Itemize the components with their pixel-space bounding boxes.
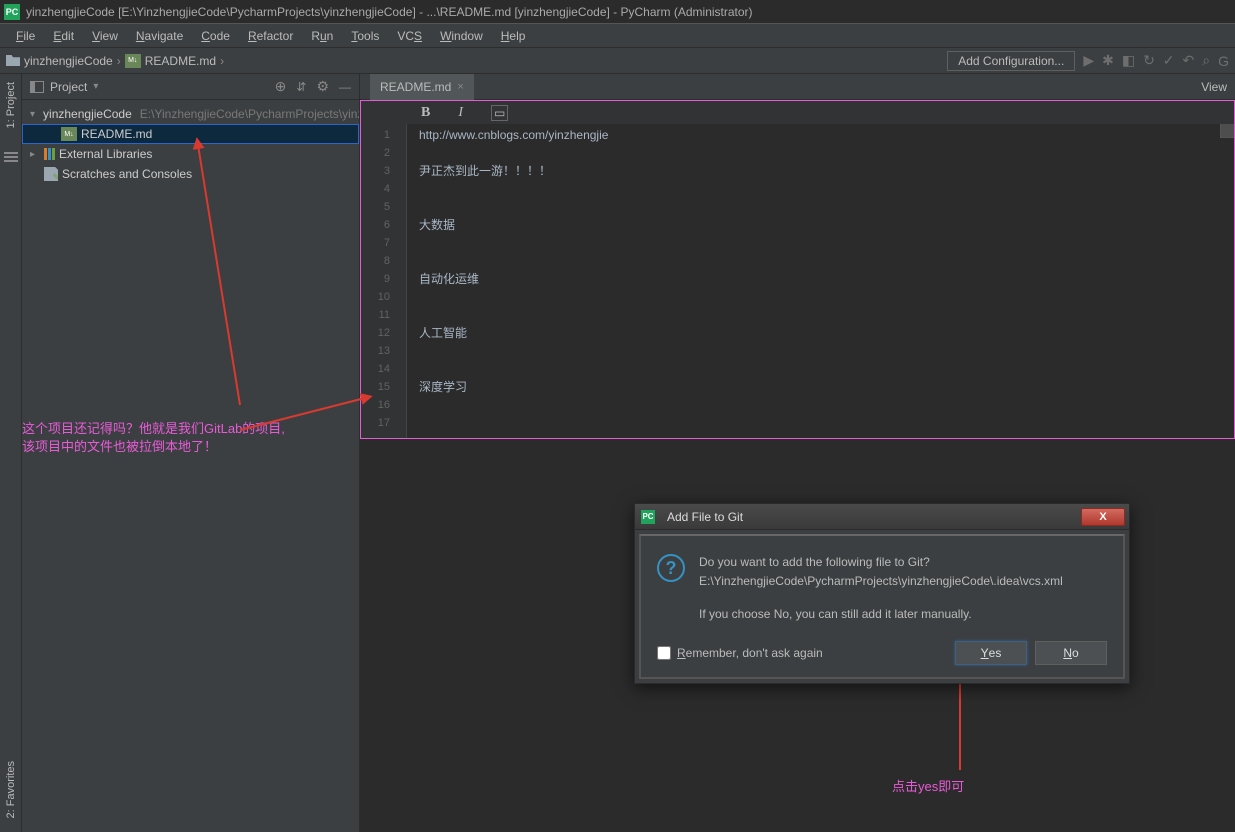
- navigation-bar: yinzhengjieCode › M↓ README.md › Add Con…: [0, 48, 1235, 74]
- commit-icon[interactable]: ✓: [1163, 52, 1175, 69]
- editor-body: 1234567891011121314151617 http://www.cnb…: [360, 124, 1235, 439]
- markdown-icon: M↓: [61, 127, 77, 141]
- menu-code[interactable]: Code: [193, 27, 238, 45]
- project-tree: ▾ yinzhengjieCode E:\YinzhengjieCode\Pyc…: [22, 100, 359, 188]
- close-tab-icon[interactable]: ×: [457, 81, 463, 93]
- tree-scratches-label: Scratches and Consoles: [62, 167, 192, 181]
- debug-icon[interactable]: ✱: [1102, 52, 1114, 69]
- search-icon[interactable]: ⌕: [1202, 52, 1210, 69]
- add-file-to-git-dialog: PC Add File to Git X ? Do you want to ad…: [634, 503, 1130, 684]
- menu-bar: File Edit View Navigate Code Refactor Ru…: [0, 24, 1235, 48]
- breadcrumb-file[interactable]: M↓ README.md: [125, 54, 216, 68]
- no-button[interactable]: No: [1035, 641, 1107, 665]
- menu-vcs[interactable]: VCS: [389, 27, 430, 45]
- menu-window[interactable]: Window: [432, 27, 491, 45]
- remember-checkbox[interactable]: Remember, don't ask again: [657, 646, 823, 660]
- menu-refactor[interactable]: Refactor: [240, 27, 301, 45]
- insert-image-button[interactable]: ▭: [491, 105, 508, 121]
- tree-root-path: E:\YinzhengjieCode\PycharmProjects\yinzh…: [140, 107, 359, 121]
- markdown-format-bar: B I ▭: [360, 100, 1235, 124]
- editor-tab-readme[interactable]: README.md ×: [370, 74, 474, 100]
- chevron-right-icon: ›: [117, 54, 121, 68]
- annotation-click-yes: 点击yes即可: [892, 776, 964, 795]
- update-icon[interactable]: ↻: [1143, 52, 1155, 69]
- tree-file-readme[interactable]: M↓ README.md: [22, 124, 359, 144]
- markdown-icon: M↓: [125, 54, 141, 68]
- dialog-body: ? Do you want to add the following file …: [639, 534, 1125, 679]
- coverage-icon[interactable]: ◧: [1122, 52, 1135, 69]
- tree-root-label: yinzhengjieCode: [43, 107, 132, 121]
- editor-tab-label: README.md: [380, 80, 451, 94]
- window-titlebar: PC yinzhengjieCode [E:\YinzhengjieCode\P…: [0, 0, 1235, 24]
- chevron-right-icon: ›: [220, 54, 224, 68]
- editor-area: README.md × View B I ▭ 12345678910111213…: [360, 74, 1235, 832]
- structure-icon[interactable]: [4, 152, 18, 164]
- italic-button[interactable]: I: [458, 105, 463, 121]
- select-opened-file-icon[interactable]: [275, 78, 287, 95]
- left-tool-strip: 1: Project 2: Favorites: [0, 74, 22, 832]
- bold-button[interactable]: B: [421, 105, 430, 121]
- editor-tab-bar: README.md × View: [360, 74, 1235, 100]
- yes-button[interactable]: Yes: [955, 641, 1027, 665]
- editor-view-label[interactable]: View: [1201, 80, 1235, 94]
- tab-favorites[interactable]: 2: Favorites: [5, 757, 17, 822]
- tree-file-label: README.md: [81, 127, 152, 141]
- menu-run[interactable]: Run: [303, 27, 341, 45]
- menu-file[interactable]: File: [8, 27, 43, 45]
- folder-icon: [6, 55, 20, 66]
- collapse-all-icon[interactable]: ⇵: [296, 80, 306, 94]
- scratches-icon: [44, 167, 58, 181]
- annotation-project-note: 这个项目还记得吗？他就是我们GitLab的项目, 该项目中的文件也被拉倒本地了！: [22, 420, 285, 456]
- git-icon[interactable]: G: [1218, 53, 1229, 69]
- tree-ext-libs-label: External Libraries: [59, 147, 152, 161]
- editor-gutter: 1234567891011121314151617: [361, 124, 407, 438]
- breadcrumb-project-label: yinzhengjieCode: [24, 54, 113, 68]
- menu-edit[interactable]: Edit: [45, 27, 82, 45]
- app-icon: PC: [4, 4, 20, 20]
- run-icon[interactable]: ▶: [1083, 52, 1094, 69]
- panel-icon: [30, 81, 44, 93]
- settings-icon[interactable]: [316, 78, 329, 95]
- remember-checkbox-input[interactable]: [657, 646, 671, 660]
- expand-arrow-icon[interactable]: ▾: [30, 109, 35, 120]
- breadcrumb: yinzhengjieCode › M↓ README.md ›: [6, 54, 224, 68]
- toolbar-right: Add Configuration... ▶ ✱ ◧ ↻ ✓ ↶ ⌕ G: [947, 51, 1229, 71]
- tree-external-libraries[interactable]: ▸ External Libraries: [22, 144, 359, 164]
- menu-navigate[interactable]: Navigate: [128, 27, 191, 45]
- dialog-title-text: Add File to Git: [667, 510, 743, 524]
- tree-root[interactable]: ▾ yinzhengjieCode E:\YinzhengjieCode\Pyc…: [22, 104, 359, 124]
- tree-scratches[interactable]: Scratches and Consoles: [22, 164, 359, 184]
- dialog-close-button[interactable]: X: [1081, 508, 1125, 526]
- menu-tools[interactable]: Tools: [343, 27, 387, 45]
- expand-arrow-icon[interactable]: ▸: [30, 149, 40, 160]
- external-libraries-icon: [44, 148, 55, 160]
- menu-help[interactable]: Help: [493, 27, 534, 45]
- menu-view[interactable]: View: [84, 27, 126, 45]
- breadcrumb-file-label: README.md: [145, 54, 216, 68]
- editor-scrollbar[interactable]: [1220, 124, 1234, 138]
- project-panel-title[interactable]: Project: [50, 80, 87, 94]
- project-panel-header: Project ▾ ⇵ —: [22, 74, 359, 100]
- dialog-titlebar[interactable]: PC Add File to Git X: [635, 504, 1129, 530]
- history-icon[interactable]: ↶: [1183, 52, 1195, 69]
- editor-code[interactable]: http://www.cnblogs.com/yinzhengjie尹正杰到此一…: [407, 124, 1234, 438]
- window-title: yinzhengjieCode [E:\YinzhengjieCode\Pych…: [26, 5, 753, 19]
- dropdown-arrow-icon[interactable]: ▾: [93, 81, 98, 92]
- add-configuration-button[interactable]: Add Configuration...: [947, 51, 1075, 71]
- info-icon: ?: [657, 554, 685, 582]
- breadcrumb-project[interactable]: yinzhengjieCode: [6, 54, 113, 68]
- hide-panel-icon[interactable]: —: [339, 80, 351, 94]
- tab-project[interactable]: 1: Project: [5, 78, 17, 132]
- dialog-text: Do you want to add the following file to…: [699, 554, 1107, 623]
- app-icon: PC: [641, 510, 655, 524]
